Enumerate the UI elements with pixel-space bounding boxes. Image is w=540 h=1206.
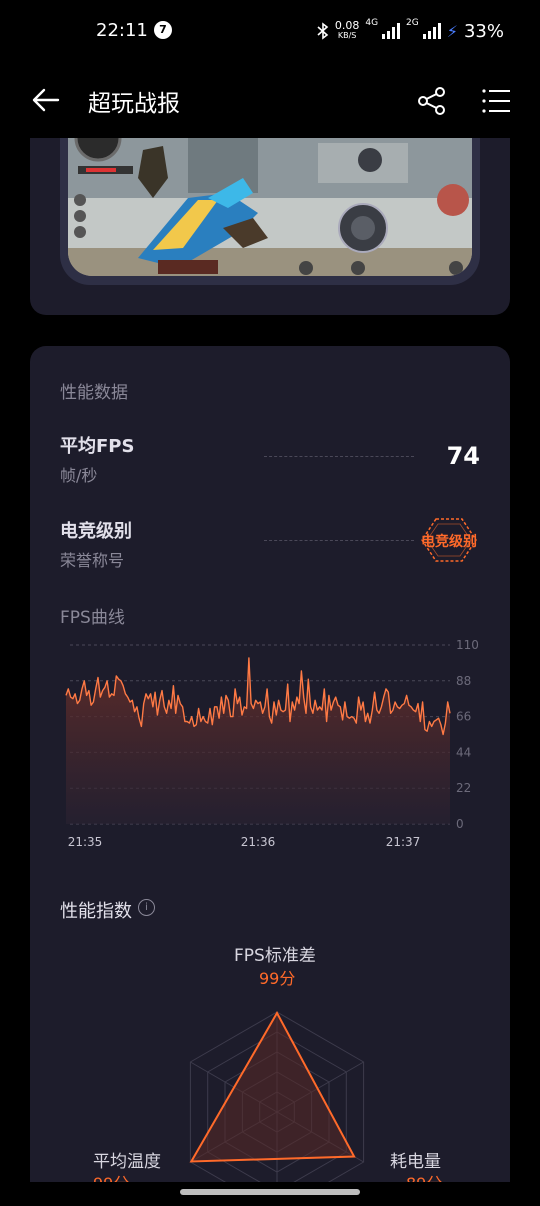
esports-level-sub: 荣誉称号 [60,551,125,570]
status-time: 22:11 [96,20,148,41]
radar-label-temperature: 平均温度 [93,1152,161,1172]
esports-divider [264,540,414,541]
fps-chart: 0 22 44 66 88 110 21:35 21:36 21:37 [65,638,479,849]
battery-percent: 33% [463,20,504,42]
esports-rank-badge: 电竞级别 [421,518,477,562]
performance-data-title: 性能数据 [60,383,128,403]
bluetooth-icon [317,22,329,40]
fps-curve-title: FPS曲线 [60,608,125,628]
y-tick-label: 88 [456,674,471,688]
y-tick-label: 0 [456,817,464,831]
status-icons: 0.08 KB/S 4G 2G ⚡ 33% [317,18,504,44]
game-screenshot[interactable] [68,138,472,276]
list-menu-icon[interactable] [480,86,512,116]
esports-rank-badge-text: 电竞级别 [421,533,477,550]
x-tick-label: 21:37 [386,835,421,849]
page-title: 超玩战报 [88,91,180,117]
avg-fps-value: 74 [446,442,480,470]
y-tick-label: 66 [456,710,471,724]
charging-icon: ⚡ [446,21,458,41]
avg-fps-divider [264,456,414,457]
net-speed: 0.08 KB/S [335,20,360,41]
game-scene-image [68,138,472,276]
avg-fps-unit: 帧/秒 [60,466,98,485]
esports-level-label: 电竞级别 [60,521,132,542]
network-type-1: 4G [365,18,379,28]
app-bar: 超玩战报 [0,62,540,138]
radar-label-fps-std: FPS标准差 [234,946,316,966]
notification-badge: 7 [154,21,172,39]
home-indicator[interactable] [180,1189,360,1195]
radar-label-power: 耗电量 [390,1152,441,1172]
performance-index-title: 性能指数 [60,901,132,922]
radar-score-fps-std: 99分 [259,969,296,988]
avg-fps-label: 平均FPS [60,436,135,457]
x-tick-label: 21:36 [241,835,276,849]
network-type-2: 2G [406,18,419,28]
back-arrow-icon[interactable] [28,84,64,116]
net-speed-unit: KB/S [337,31,357,40]
y-tick-label: 44 [456,745,471,759]
signal-icon-2 [422,23,441,39]
signal-icon-1 [382,23,401,39]
share-icon[interactable] [416,86,448,116]
status-bar: 22:11 7 0.08 KB/S 4G 2G ⚡ 33% [0,0,540,62]
y-tick-label: 22 [456,781,471,795]
fps-area-fill [66,658,450,824]
y-tick-label: 110 [456,638,479,652]
radar-score-shape [189,1010,356,1163]
info-icon[interactable]: i [138,899,155,916]
radar-chart [189,1010,365,1190]
x-tick-label: 21:35 [68,835,103,849]
